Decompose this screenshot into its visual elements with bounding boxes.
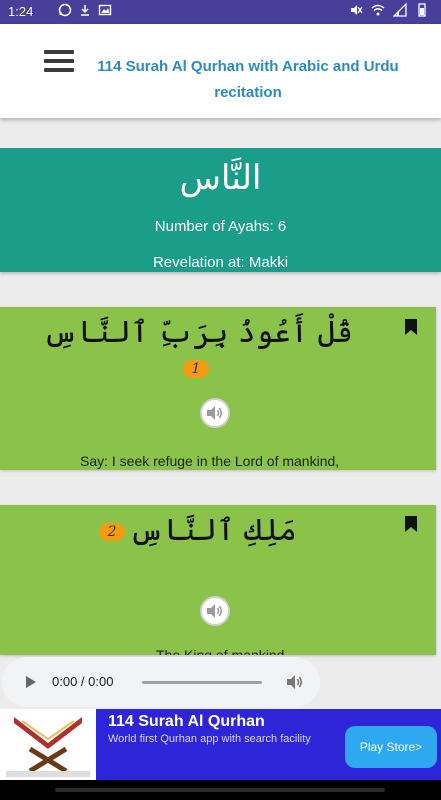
ad-banner[interactable]: 114 Surah Al Qurhan World first Qurhan a… [0,709,441,780]
ayah-arabic-text: مَلِكِ ٱلنَّاسِ2 [40,513,356,548]
play-ayah-button[interactable] [200,596,230,626]
bookmark-icon[interactable] [404,318,418,336]
ayah-arabic-text: قُلْ أَعُوذُ بِرَبِّ ٱلنَّاسِ 1 [40,315,356,385]
ad-thumbnail [0,709,96,780]
play-ayah-button[interactable] [200,398,230,428]
ayah-arabic: قُلْ أَعُوذُ بِرَبِّ ٱلنَّاسِ [43,315,353,350]
audio-player: 0:00 / 0:00 [2,657,320,707]
image-icon [98,4,112,16]
bookmark-icon[interactable] [404,515,418,533]
system-icons [349,3,429,17]
download-icon [81,5,89,16]
play-icon[interactable] [26,676,36,688]
player-time: 0:00 / 0:00 [52,674,114,689]
system-nav-bar [0,780,441,800]
status-time: 1:24 [8,4,34,19]
mute-icon [351,5,363,15]
wifi-icon [371,4,385,16]
volume-icon[interactable] [286,674,304,690]
surah-ayah-count: Number of Ayahs: 6 [154,218,287,235]
battery-icon [418,3,426,17]
whatsapp-icon [58,3,72,17]
nav-gesture-pill[interactable] [55,788,385,792]
ayah-translation: The King of mankind, [156,647,289,655]
play-store-button[interactable]: Play Store> [345,726,437,768]
ayah-number-badge: 1 [183,360,209,378]
ad-subtitle: World first Qurhan app with search facil… [108,733,311,745]
status-bar: 1:24 [0,0,441,24]
app-title: 114 Surah Al Qurhan with Arabic and Urdu… [97,58,399,101]
quran-stand-icon [6,717,90,777]
ayah-number-badge: 2 [99,523,126,541]
ayah-arabic: مَلِكِ ٱلنَّاسِ [129,513,297,548]
ayah-card: قُلْ أَعُوذُ بِرَبِّ ٱلنَّاسِ 1 Say: I se… [0,307,436,470]
signal-icon [393,3,407,17]
ayah-card: مَلِكِ ٱلنَّاسِ2 The King of mankind, [0,505,436,655]
surah-revelation: Revelation at: Makki [152,254,289,271]
speaker-icon [207,406,223,420]
speaker-icon [207,604,223,618]
app-bar: 114 Surah Al Qurhan with Arabic and Urdu… [0,24,441,118]
ayah-translation: Say: I seek refuge in the Lord of mankin… [80,453,340,469]
player-progress-bar[interactable] [142,681,262,684]
surah-header-card: النَّاس Number of Ayahs: 6 Revelation at… [0,148,441,272]
surah-name-arabic: النَّاس [179,158,262,198]
hamburger-menu-icon[interactable] [44,50,74,72]
ad-title: 114 Surah Al Qurhan [108,713,265,730]
notification-icons [58,3,112,17]
